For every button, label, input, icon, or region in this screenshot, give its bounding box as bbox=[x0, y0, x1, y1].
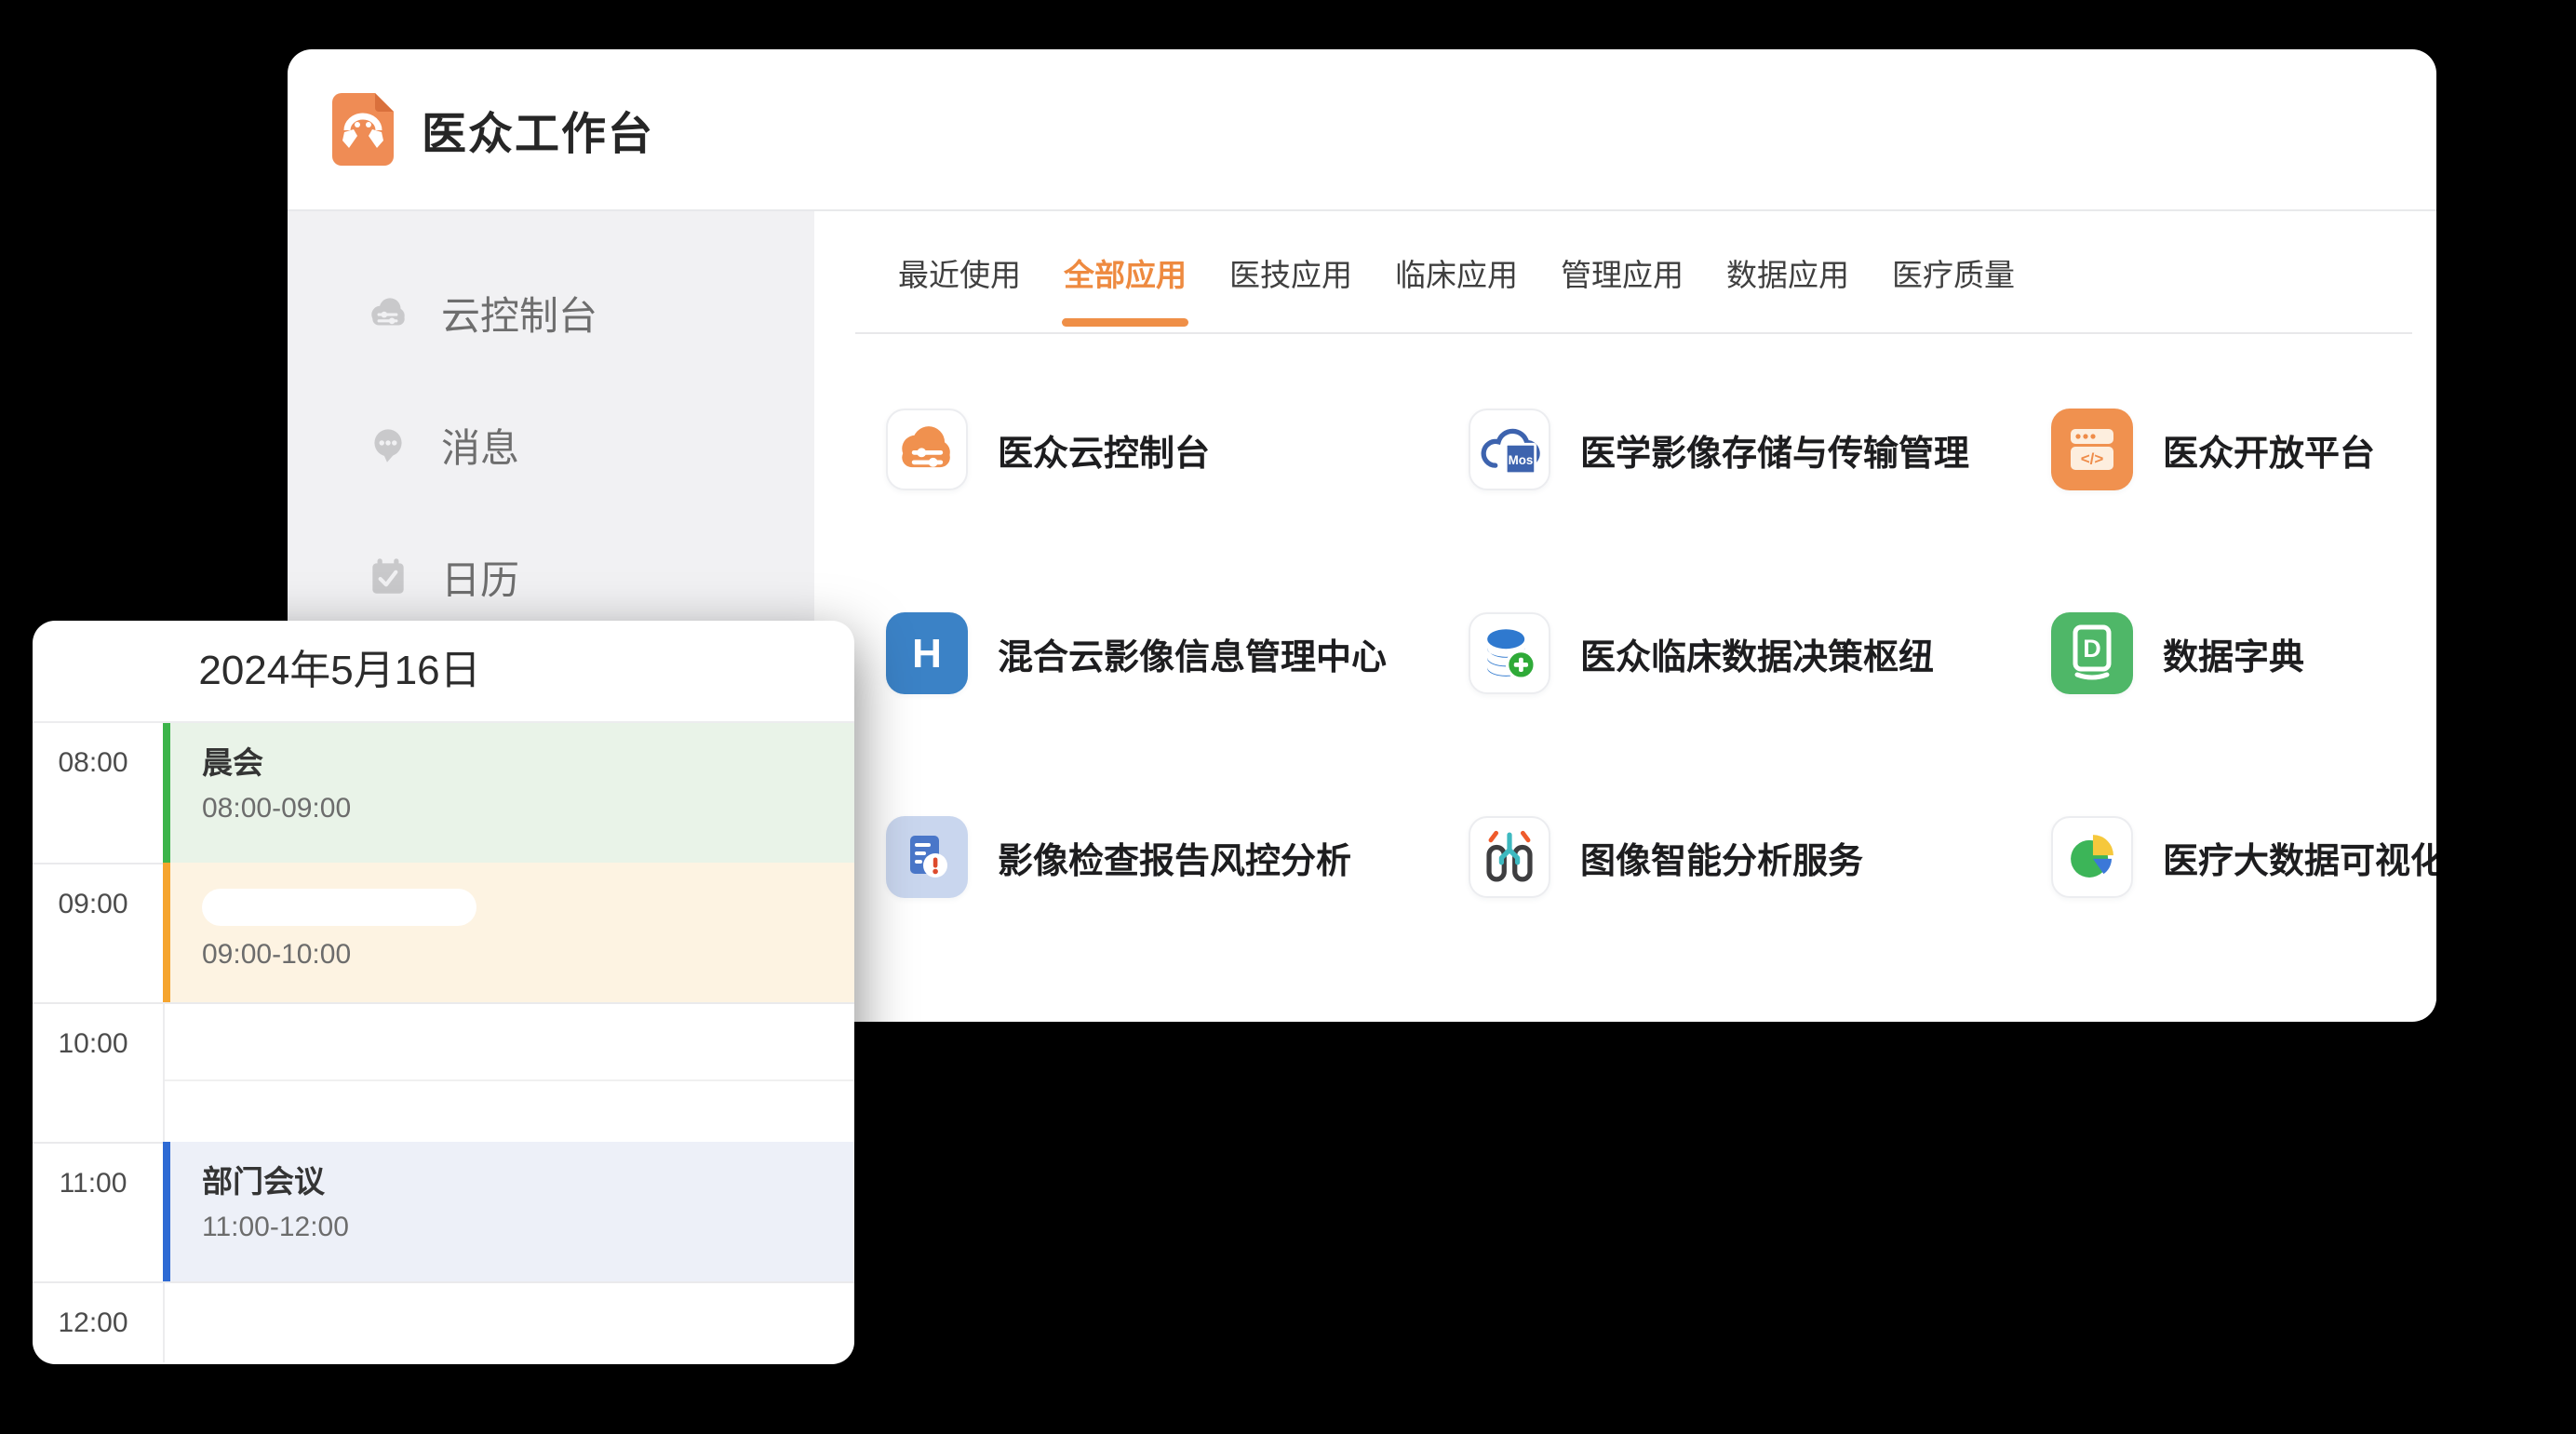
sidebar-item[interactable]: 消息 bbox=[288, 379, 814, 511]
app-item[interactable]: H 混合云影像信息管理中心 bbox=[886, 612, 1469, 694]
calendar-next-button[interactable] bbox=[535, 621, 600, 721]
content-area: 最近使用 全部应用 医技应用 临床应用 管理应用 数据应用 医疗质量 医众云控制… bbox=[814, 211, 2436, 1020]
app-item[interactable]: Mos 医学影像存储与传输管理 bbox=[1469, 409, 2051, 490]
chat-bubble-icon bbox=[365, 422, 411, 468]
half-hour-line bbox=[165, 1079, 854, 1081]
pie-chart-icon bbox=[2051, 816, 2133, 898]
sidebar-item[interactable]: 云控制台 bbox=[288, 247, 814, 379]
svg-text:Mos: Mos bbox=[1509, 453, 1534, 467]
code-window-icon: </> bbox=[2051, 409, 2133, 490]
app-item[interactable]: </> 医众开放平台 bbox=[2051, 409, 2436, 490]
tab[interactable]: 全部应用 bbox=[1064, 211, 1187, 334]
tab[interactable]: 医技应用 bbox=[1229, 211, 1352, 334]
browser-nav bbox=[827, 49, 1041, 209]
tab[interactable]: 数据应用 bbox=[1726, 211, 1849, 334]
svg-text:H: H bbox=[912, 631, 942, 677]
app-item[interactable]: 医疗大数据可视化 bbox=[2051, 816, 2436, 898]
tab[interactable]: 管理应用 bbox=[1561, 211, 1684, 334]
cloud-sliders-icon bbox=[886, 409, 968, 490]
letter-h-icon: H bbox=[886, 612, 968, 694]
calendar-hour-row[interactable]: 10:00 bbox=[33, 1002, 854, 1142]
calendar-panel: 2024年5月16日 08:00 09:00 10:00 11:00 12:00… bbox=[33, 621, 854, 1364]
calendar-event[interactable]: 晨会 08:00-09:00 bbox=[163, 723, 854, 863]
cloud-sliders-gray-icon bbox=[365, 289, 411, 336]
lungs-icon bbox=[1469, 816, 1550, 898]
report-alert-icon bbox=[886, 816, 968, 898]
refresh-button[interactable] bbox=[999, 108, 1041, 151]
app-item[interactable]: 图像智能分析服务 bbox=[1469, 816, 2051, 898]
calendar-prev-button[interactable] bbox=[53, 621, 118, 721]
calendar-hour-row[interactable]: 12:00 bbox=[33, 1281, 854, 1364]
tab[interactable]: 临床应用 bbox=[1395, 211, 1518, 334]
forward-button[interactable] bbox=[913, 108, 956, 151]
calendar-body: 08:00 09:00 10:00 11:00 12:00 晨会 08:00-0… bbox=[33, 723, 854, 1362]
app-logo-icon bbox=[332, 93, 394, 166]
calendar-event[interactable]: 部门会议 11:00-12:00 bbox=[163, 1142, 854, 1281]
calendar-date-label: 2024年5月16日 bbox=[144, 621, 535, 721]
database-plus-icon bbox=[1469, 612, 1550, 694]
app-item[interactable]: 医众云控制台 bbox=[886, 409, 1469, 490]
app-item[interactable]: 医众临床数据决策枢纽 bbox=[1469, 612, 2051, 694]
title-bar: 医众工作台 bbox=[288, 49, 2436, 211]
calendar-header: 2024年5月16日 bbox=[33, 621, 854, 723]
window-title: 医众工作台 bbox=[422, 97, 654, 162]
back-button[interactable] bbox=[827, 108, 870, 151]
calendar-check-icon bbox=[365, 554, 411, 600]
calendar-event[interactable]: 09:00-10:00 bbox=[163, 863, 854, 1002]
tab[interactable]: 医疗质量 bbox=[1892, 211, 2015, 334]
svg-text:D: D bbox=[2083, 635, 2101, 663]
svg-text:</>: </> bbox=[2081, 450, 2104, 468]
app-item[interactable]: D 数据字典 bbox=[2051, 612, 2436, 694]
redacted-title-pill bbox=[202, 889, 476, 926]
cloud-mos-icon: Mos bbox=[1469, 409, 1550, 490]
app-item[interactable]: 影像检查报告风控分析 bbox=[886, 816, 1469, 898]
tab[interactable]: 最近使用 bbox=[898, 211, 1021, 334]
book-d-icon: D bbox=[2051, 612, 2133, 694]
app-grid: 医众云控制台 Mos 医学影像存储与传输管理 </> 医众开放平台 H 混合云影… bbox=[886, 409, 2436, 1020]
tab-bar: 最近使用 全部应用 医技应用 临床应用 管理应用 数据应用 医疗质量 bbox=[898, 211, 2015, 334]
